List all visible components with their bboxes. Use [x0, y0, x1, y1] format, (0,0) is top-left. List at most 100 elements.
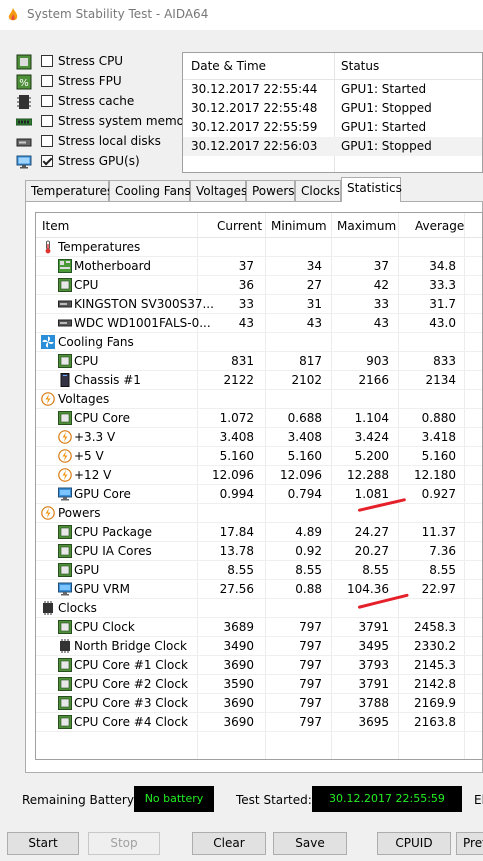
- cpu-icon: [58, 411, 72, 425]
- stress-checkbox[interactable]: [41, 155, 53, 167]
- group-label: Temperatures: [58, 240, 141, 254]
- log-status: GPU1: Stopped: [341, 139, 432, 153]
- value-average: 2142.8: [414, 677, 456, 691]
- cpuid-button[interactable]: CPUID: [377, 832, 451, 855]
- table-row[interactable]: CPU Core 1.072 0.688 1.104 0.880: [36, 409, 482, 428]
- stress-option-row[interactable]: Stress GPU(s): [16, 152, 186, 172]
- table-row[interactable]: CPU 831 817 903 833: [36, 352, 482, 371]
- tab-voltages[interactable]: Voltages: [190, 180, 247, 201]
- lightning-icon: [58, 468, 72, 482]
- table-row[interactable]: North Bridge Clock 3490 797 3495 2330.2: [36, 637, 482, 656]
- stress-option-row[interactable]: % Stress FPU: [16, 72, 186, 92]
- item-label: North Bridge Clock: [74, 639, 187, 653]
- header-maximum[interactable]: Maximum: [337, 219, 396, 233]
- stress-option-label: Stress cache: [58, 94, 135, 108]
- stress-checkbox[interactable]: [41, 55, 53, 67]
- log-header-datetime[interactable]: Date & Time: [191, 59, 266, 73]
- table-row[interactable]: CPU Package 17.84 4.89 24.27 11.37: [36, 523, 482, 542]
- table-row[interactable]: +12 V 12.096 12.096 12.288 12.180: [36, 466, 482, 485]
- table-row[interactable]: CPU Core #2 Clock 3590 797 3791 2142.8: [36, 675, 482, 694]
- group-row[interactable]: Temperatures: [36, 238, 482, 257]
- tab-temperatures[interactable]: Temperatures: [25, 180, 113, 201]
- value-minimum: 797: [299, 677, 322, 691]
- table-row[interactable]: CPU Clock 3689 797 3791 2458.3: [36, 618, 482, 637]
- stress-option-row[interactable]: Stress local disks: [16, 132, 186, 152]
- value-current: 3490: [223, 639, 254, 653]
- item-label: CPU Core: [74, 411, 130, 425]
- test-started-value: 30.12.2017 22:55:59: [312, 786, 462, 812]
- clear-button[interactable]: Clear: [192, 832, 266, 855]
- group-label: Cooling Fans: [58, 335, 134, 349]
- table-row[interactable]: CPU Core #3 Clock 3690 797 3788 2169.9: [36, 694, 482, 713]
- header-item[interactable]: Item: [42, 219, 69, 233]
- value-average: 43.0: [429, 316, 456, 330]
- table-row[interactable]: Chassis #1 2122 2102 2166 2134: [36, 371, 482, 390]
- stress-option-row[interactable]: Stress cache: [16, 92, 186, 112]
- log-row[interactable]: 30.12.2017 22:56:03 GPU1: Stopped: [183, 137, 482, 156]
- log-header-status[interactable]: Status: [341, 59, 379, 73]
- value-maximum: 104.36: [347, 582, 389, 596]
- stress-option-row[interactable]: Stress CPU: [16, 52, 186, 72]
- value-average: 2458.3: [414, 620, 456, 634]
- stress-checkbox[interactable]: [41, 75, 53, 87]
- table-row[interactable]: CPU 36 27 42 33.3: [36, 276, 482, 295]
- preferences-button[interactable]: Pref: [456, 832, 483, 855]
- header-current[interactable]: Current: [217, 219, 262, 233]
- group-row[interactable]: Voltages: [36, 390, 482, 409]
- value-maximum: 3695: [358, 715, 389, 729]
- group-row[interactable]: Cooling Fans: [36, 333, 482, 352]
- table-row[interactable]: CPU Core #1 Clock 3690 797 3793 2145.3: [36, 656, 482, 675]
- value-current: 12.096: [212, 468, 254, 482]
- stress-checkbox[interactable]: [41, 115, 53, 127]
- stress-checkbox[interactable]: [41, 95, 53, 107]
- value-average: 2145.3: [414, 658, 456, 672]
- tab-powers[interactable]: Powers: [246, 180, 295, 201]
- value-average: 7.36: [429, 544, 456, 558]
- value-maximum: 1.081: [354, 487, 389, 501]
- item-label: CPU Core #2 Clock: [74, 677, 188, 691]
- statistics-table[interactable]: Item Current Minimum Maximum Average Tem…: [35, 212, 483, 760]
- group-row[interactable]: Powers: [36, 504, 482, 523]
- value-average: 22.97: [421, 582, 456, 596]
- value-maximum: 20.27: [354, 544, 389, 558]
- table-row[interactable]: CPU IA Cores 13.78 0.92 20.27 7.36: [36, 542, 482, 561]
- table-row[interactable]: GPU 8.55 8.55 8.55 8.55: [36, 561, 482, 580]
- log-row[interactable]: 30.12.2017 22:55:44 GPU1: Started: [183, 80, 482, 99]
- table-row[interactable]: KINGSTON SV300S37... 33 31 33 31.7: [36, 295, 482, 314]
- value-minimum: 0.688: [287, 411, 322, 425]
- log-datetime: 30.12.2017 22:56:03: [191, 139, 318, 153]
- table-row[interactable]: WDC WD1001FALS-0... 43 43 43 43.0: [36, 314, 482, 333]
- chip-icon: [58, 639, 72, 653]
- table-row[interactable]: Motherboard 37 34 37 34.8: [36, 257, 482, 276]
- value-minimum: 4.89: [295, 525, 322, 539]
- value-average: 2169.9: [414, 696, 456, 710]
- elapsed-label: El: [474, 793, 483, 807]
- header-minimum[interactable]: Minimum: [271, 219, 327, 233]
- table-row[interactable]: +5 V 5.160 5.160 5.200 5.160: [36, 447, 482, 466]
- value-average: 12.180: [414, 468, 456, 482]
- start-button[interactable]: Start: [7, 832, 79, 855]
- tab-cooling-fans[interactable]: Cooling Fans: [109, 180, 191, 201]
- lightning-icon: [58, 449, 72, 463]
- group-row[interactable]: Clocks: [36, 599, 482, 618]
- item-label: CPU: [74, 354, 99, 368]
- stop-button[interactable]: Stop: [88, 832, 160, 855]
- table-row[interactable]: +3.3 V 3.408 3.408 3.424 3.418: [36, 428, 482, 447]
- lightning-icon: [41, 392, 55, 406]
- value-current: 37: [238, 259, 254, 273]
- stress-option-label: Stress FPU: [58, 74, 122, 88]
- header-average[interactable]: Average: [415, 219, 464, 233]
- tab-statistics[interactable]: Statistics: [341, 177, 402, 202]
- tab-clocks[interactable]: Clocks: [295, 180, 341, 201]
- value-maximum: 3.424: [354, 430, 389, 444]
- item-label: CPU IA Cores: [74, 544, 152, 558]
- save-button[interactable]: Save: [273, 832, 347, 855]
- log-row[interactable]: 30.12.2017 22:55:48 GPU1: Stopped: [183, 99, 482, 118]
- stress-checkbox[interactable]: [41, 135, 53, 147]
- stress-option-row[interactable]: Stress system memory: [15, 112, 196, 132]
- table-row[interactable]: CPU Core #4 Clock 3690 797 3695 2163.8: [36, 713, 482, 732]
- table-row[interactable]: GPU Core 0.994 0.794 1.081 0.927: [36, 485, 482, 504]
- event-log-list[interactable]: Date & Time Status 30.12.2017 22:55:44 GP…: [182, 52, 483, 173]
- table-row[interactable]: GPU VRM 27.56 0.88 104.36 22.97: [36, 580, 482, 599]
- log-row[interactable]: 30.12.2017 22:55:59 GPU1: Started: [183, 118, 482, 137]
